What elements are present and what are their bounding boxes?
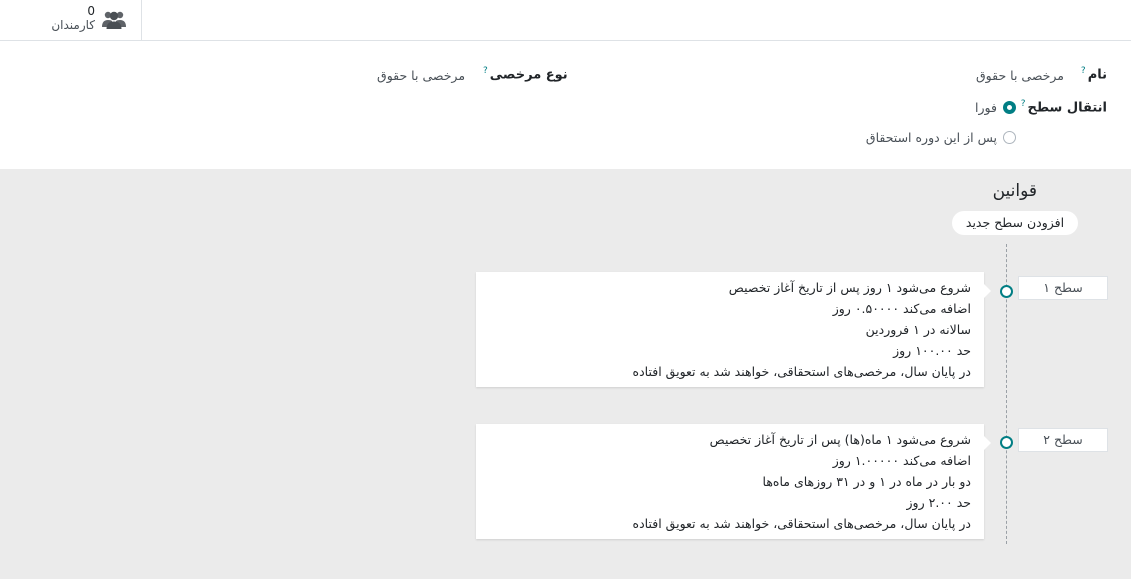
name-value[interactable]: مرخصی با حقوق	[976, 68, 1064, 83]
level-1-frequency: سالانه در ۱ فروردین	[865, 322, 971, 337]
level-2-start: شروع می‌شود ۱ ماه(ها) پس از تاریخ آغاز ت…	[709, 432, 971, 447]
radio-after-period-label: پس از این دوره استحقاق	[865, 130, 997, 145]
level-2-cap: حد ۲.۰۰ روز	[906, 495, 971, 510]
employees-label: کارمندان	[51, 18, 95, 32]
level-2-adds: اضافه می‌کند ۱.۰۰۰۰۰ روز	[832, 453, 971, 468]
name-label-text: نام	[1087, 67, 1107, 83]
users-icon	[102, 11, 126, 29]
transition-label: انتقال سطح?	[1021, 99, 1107, 115]
radio-immediately[interactable]: فورا	[975, 100, 1016, 115]
transition-label-text: انتقال سطح	[1027, 100, 1107, 116]
level-2-card[interactable]: شروع می‌شود ۱ ماه(ها) پس از تاریخ آغاز ت…	[476, 424, 991, 539]
radio-after-period[interactable]: پس از این دوره استحقاق	[866, 130, 1016, 145]
level-1-adds: اضافه می‌کند ۰.۵۰۰۰۰ روز	[832, 301, 971, 316]
transition-help-icon[interactable]: ?	[1021, 99, 1026, 109]
level-2-node	[1000, 436, 1013, 449]
radio-after-period-circle[interactable]	[1003, 131, 1016, 144]
level-2-tag: سطح ۲	[1018, 428, 1108, 452]
level-1-cap: حد ۱۰۰.۰۰ روز	[893, 343, 971, 358]
level-1-node	[1000, 285, 1013, 298]
level-2-frequency: دو بار در ماه در ۱ و در ۳۱ روزهای ماه‌ها	[762, 474, 971, 489]
level-1-start: شروع می‌شود ۱ روز پس از تاریخ آغاز تخصیص	[728, 280, 971, 295]
rules-title: قوانین	[992, 181, 1037, 201]
leave-type-value[interactable]: مرخصی با حقوق	[377, 68, 465, 83]
employees-count: 0	[87, 4, 95, 18]
radio-immediately-label: فورا	[975, 100, 997, 115]
level-1-tag: سطح ۱	[1018, 276, 1108, 300]
leave-type-label-text: نوع مرخصی	[489, 67, 568, 83]
name-help-icon[interactable]: ?	[1081, 66, 1086, 76]
leave-type-label: نوع مرخصی?	[483, 66, 568, 82]
radio-immediately-circle[interactable]	[1003, 101, 1016, 114]
leave-type-help-icon[interactable]: ?	[483, 66, 488, 76]
level-1-carryover: در پایان سال، مرخصی‌های استحقاقی، خواهند…	[632, 364, 971, 379]
add-new-level-button[interactable]: افزودن سطح جدید	[952, 211, 1078, 235]
name-label: نام?	[1081, 66, 1107, 82]
level-2-carryover: در پایان سال، مرخصی‌های استحقاقی، خواهند…	[632, 516, 971, 531]
employees-stat-button[interactable]: 0 کارمندان	[0, 0, 142, 40]
form-header: نام? مرخصی با حقوق نوع مرخصی? مرخصی با ح…	[0, 41, 1131, 169]
button-box: 0 کارمندان	[0, 0, 1131, 41]
level-1-card[interactable]: شروع می‌شود ۱ روز پس از تاریخ آغاز تخصیص…	[476, 272, 991, 387]
rules-section: قوانین افزودن سطح جدید سطح ۱ شروع می‌شود…	[0, 169, 1131, 579]
